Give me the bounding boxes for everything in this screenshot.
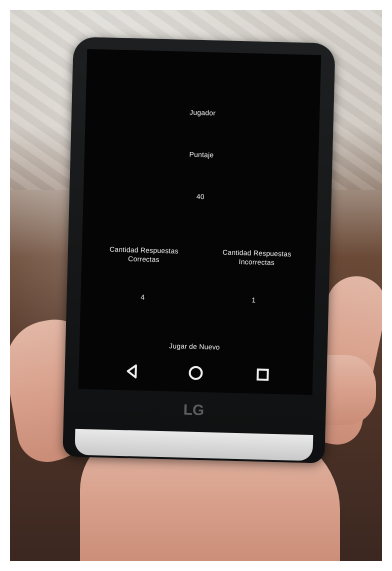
photo-frame: Jugador Puntaje 40 Cantidad Respuestas C… [0, 0, 392, 571]
image-border [0, 0, 392, 571]
